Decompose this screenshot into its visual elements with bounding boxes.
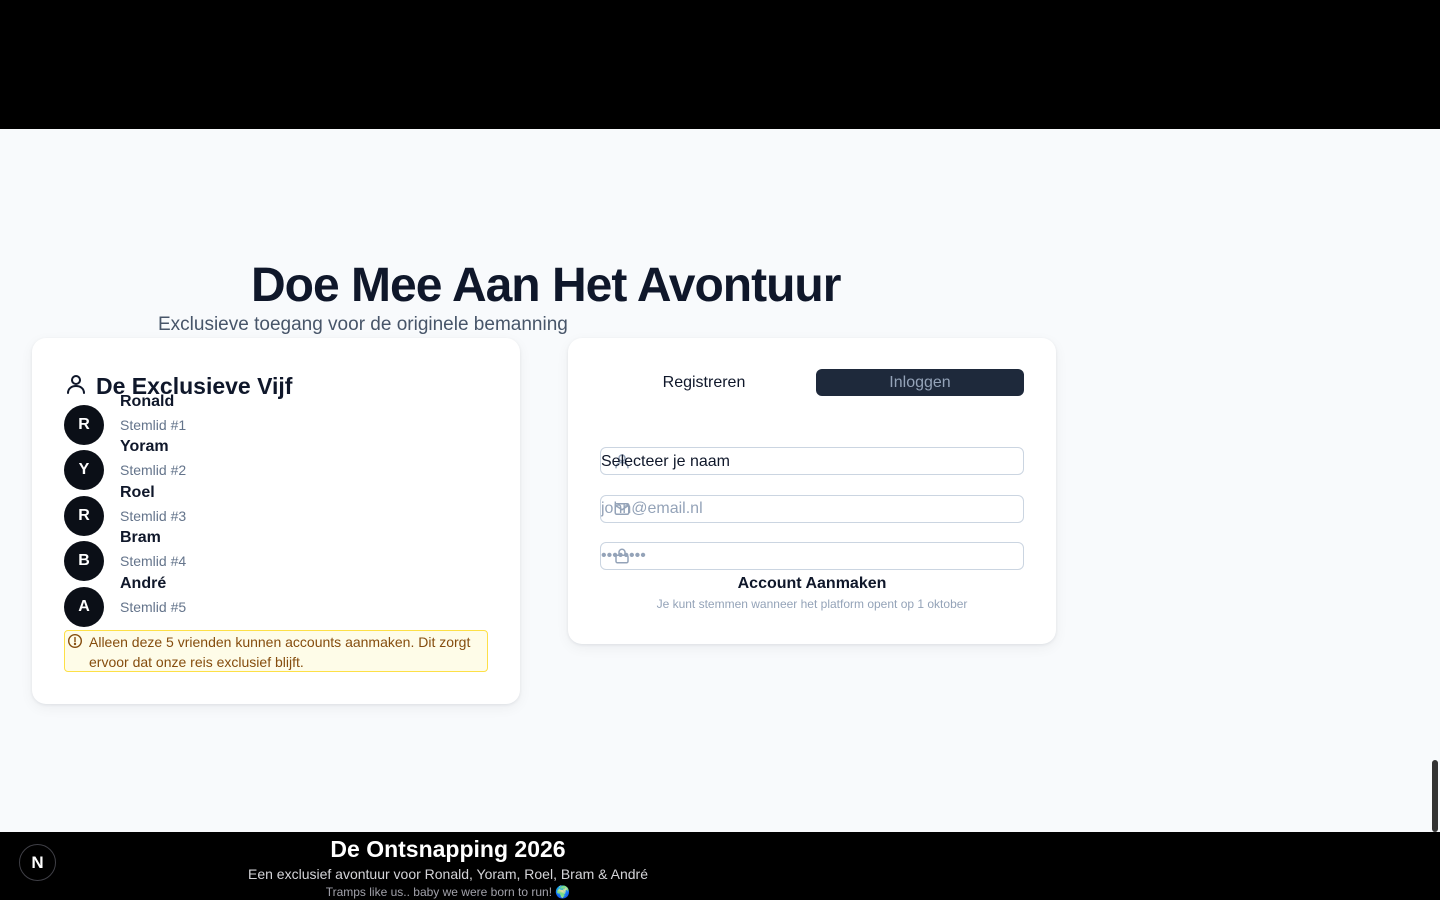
create-account-button[interactable]: Account Aanmaken bbox=[600, 572, 1024, 596]
voting-hint: Je kunt stemmen wanneer het platform ope… bbox=[656, 597, 968, 611]
avatar: Y bbox=[64, 450, 104, 490]
auth-card: Registreren Inloggen Selecteer je naam j… bbox=[568, 338, 1056, 644]
member-role: Stemlid #1 bbox=[120, 417, 187, 433]
email-field[interactable] bbox=[600, 495, 1024, 523]
scrollbar-thumb[interactable] bbox=[1432, 760, 1438, 832]
member-role: Stemlid #3 bbox=[120, 508, 187, 524]
crew-header: De Exclusieve Vijf bbox=[64, 372, 292, 401]
user-icon bbox=[64, 372, 88, 401]
avatar: B bbox=[64, 541, 104, 581]
member-role: Stemlid #5 bbox=[120, 599, 187, 615]
avatar: R bbox=[64, 405, 104, 445]
crew-card: De Exclusieve Vijf R Ronald Stemlid #1 Y… bbox=[32, 338, 520, 704]
member-name: André bbox=[120, 575, 167, 592]
member-role: Stemlid #4 bbox=[120, 553, 187, 569]
footer-tagline: Tramps like us.. baby we were born to ru… bbox=[325, 885, 571, 899]
page-subtitle: Exclusieve toegang voor de originele bem… bbox=[158, 314, 568, 335]
email-input[interactable] bbox=[601, 496, 1023, 522]
member-role: Stemlid #2 bbox=[120, 462, 187, 478]
member-andre: A André Stemlid #5 bbox=[64, 575, 484, 631]
member-name: Roel bbox=[120, 484, 155, 501]
footer: N De Ontsnapping 2026 Een exclusief avon… bbox=[0, 832, 1440, 900]
avatar: A bbox=[64, 587, 104, 627]
member-name: Ronald bbox=[120, 393, 175, 410]
password-input[interactable] bbox=[601, 543, 1023, 569]
tab-register[interactable]: Registreren bbox=[600, 369, 808, 396]
exclusive-notice: Alleen deze 5 vrienden kunnen accounts a… bbox=[64, 630, 488, 672]
password-field[interactable] bbox=[600, 542, 1024, 570]
avatar: R bbox=[64, 496, 104, 536]
notice-text: Alleen deze 5 vrienden kunnen accounts a… bbox=[89, 634, 471, 670]
member-name: Bram bbox=[120, 529, 161, 546]
member-name: Yoram bbox=[120, 438, 169, 455]
name-select-value: Selecteer je naam bbox=[601, 453, 730, 470]
footer-subtitle: Een exclusief avontuur voor Ronald, Yora… bbox=[248, 866, 648, 882]
top-black-bar bbox=[0, 0, 1440, 129]
footer-title: De Ontsnapping 2026 bbox=[330, 836, 566, 862]
name-select[interactable]: Selecteer je naam bbox=[600, 447, 1024, 475]
tab-login[interactable]: Inloggen bbox=[816, 369, 1024, 396]
page-title: Doe Mee Aan Het Avontuur bbox=[251, 259, 841, 312]
